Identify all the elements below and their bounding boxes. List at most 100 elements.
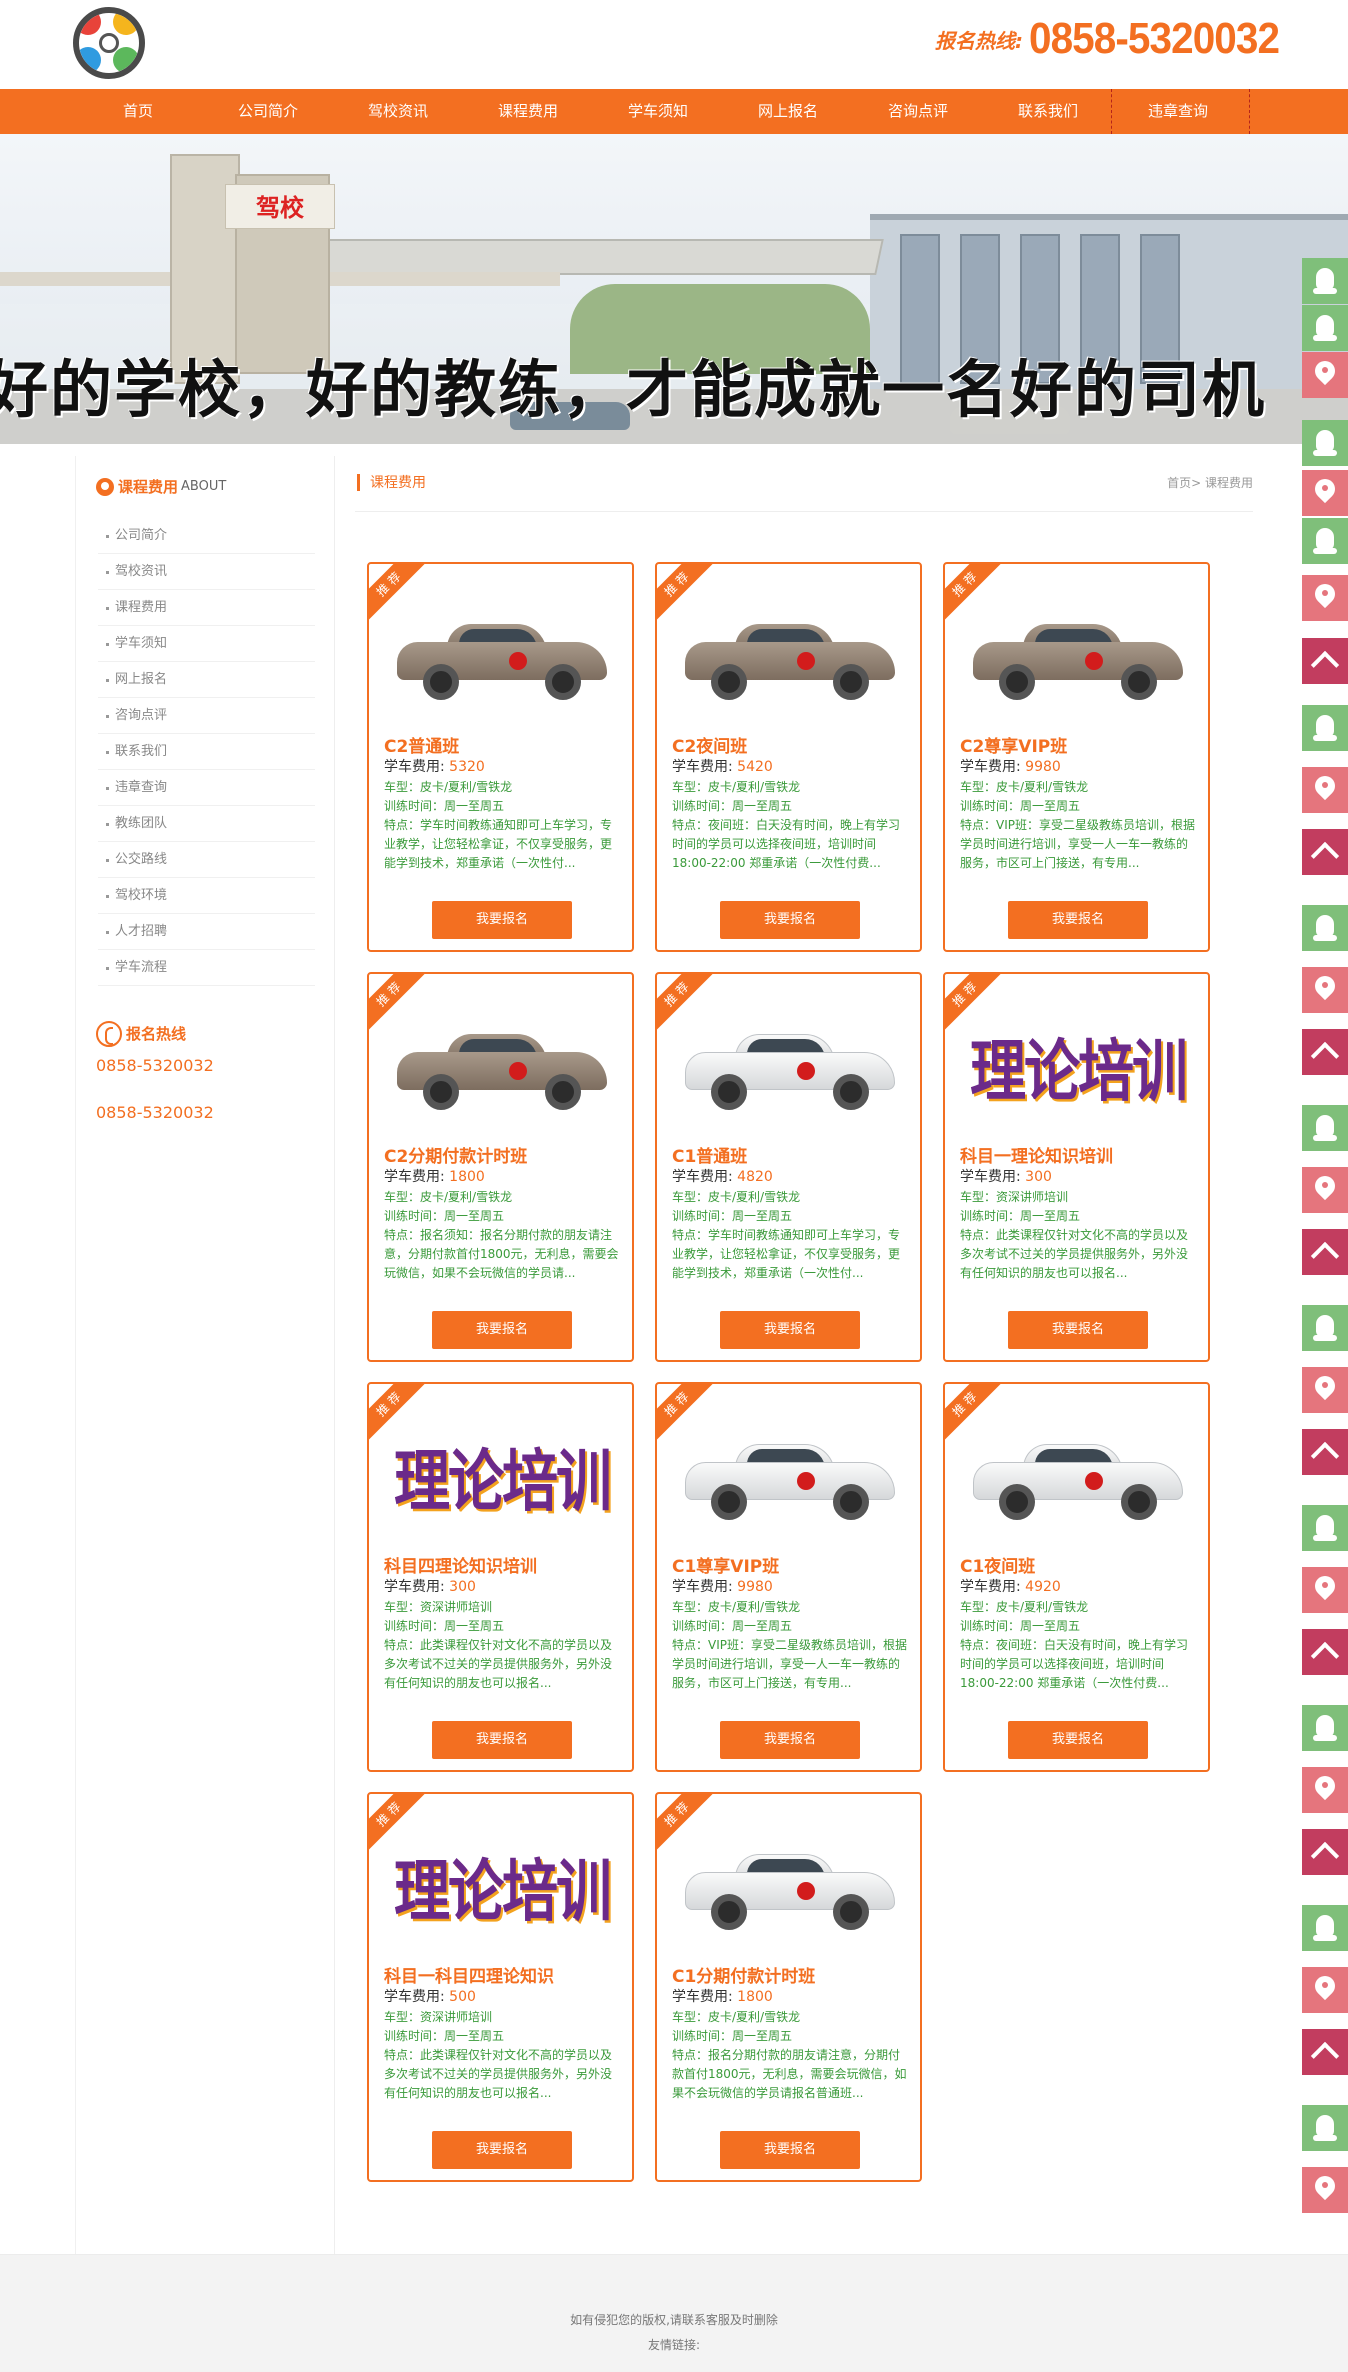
nav-item-home[interactable]: 首页 (73, 89, 203, 134)
qq-icon[interactable] (1302, 1905, 1348, 1951)
course-name[interactable]: C1普通班 (672, 1142, 747, 1167)
course-card[interactable]: 推荐 理论培训 科目一理论知识培训 学车费用: 300 车型：资深讲师培训 训练时间：周一… (943, 972, 1210, 1362)
qq-icon[interactable] (1302, 305, 1348, 351)
course-name[interactable]: C1尊享VIP班 (672, 1552, 779, 1577)
course-name[interactable]: 科目一科目四理论知识 (384, 1962, 554, 1987)
course-image[interactable] (675, 1406, 905, 1531)
breadcrumb[interactable]: 首页> 课程费用 (1167, 474, 1253, 491)
signup-button[interactable]: 我要报名 (432, 1311, 572, 1349)
back-to-top-icon[interactable] (1302, 1829, 1348, 1875)
nav-item-courses[interactable]: 课程费用 (463, 89, 593, 134)
back-to-top-icon[interactable] (1302, 1629, 1348, 1675)
sidebar-item-news[interactable]: 驾校资讯 (98, 554, 315, 590)
signup-button[interactable]: 我要报名 (720, 901, 860, 939)
back-to-top-icon[interactable] (1302, 1029, 1348, 1075)
qq-icon[interactable] (1302, 1305, 1348, 1351)
signup-button[interactable]: 我要报名 (432, 901, 572, 939)
signup-button[interactable]: 我要报名 (1008, 1721, 1148, 1759)
course-name[interactable]: C2分期付款计时班 (384, 1142, 527, 1167)
course-name[interactable]: C1夜间班 (960, 1552, 1035, 1577)
location-icon[interactable] (1302, 1567, 1348, 1613)
course-name[interactable]: C2普通班 (384, 732, 459, 757)
location-icon[interactable] (1302, 767, 1348, 813)
nav-item-signup[interactable]: 网上报名 (723, 89, 853, 134)
course-image[interactable] (387, 996, 617, 1121)
back-to-top-icon[interactable] (1302, 829, 1348, 875)
sidebar-item-reviews[interactable]: 咨询点评 (98, 698, 315, 734)
qq-icon[interactable] (1302, 1105, 1348, 1151)
course-image[interactable]: 理论培训 (387, 1406, 617, 1531)
nav-item-reviews[interactable]: 咨询点评 (853, 89, 983, 134)
course-card[interactable]: 推荐 理论培训 科目一科目四理论知识 学车费用: 500 车型：资深讲师培训 训练时间：周… (367, 1792, 634, 2182)
back-to-top-icon[interactable] (1302, 2029, 1348, 2075)
course-card[interactable]: 推荐 C2普通班 学车费用: 5320 车型：皮卡/夏利/雪铁龙 训练时间：周一至周五特… (367, 562, 634, 952)
location-icon[interactable] (1302, 1967, 1348, 2013)
signup-button[interactable]: 我要报名 (1008, 1311, 1148, 1349)
course-name[interactable]: C1分期付款计时班 (672, 1962, 815, 1987)
qq-icon[interactable] (1302, 420, 1348, 466)
course-image[interactable] (963, 1406, 1193, 1531)
back-to-top-icon[interactable] (1302, 638, 1348, 684)
course-image[interactable] (675, 586, 905, 711)
qq-icon[interactable] (1302, 1705, 1348, 1751)
course-name[interactable]: C2夜间班 (672, 732, 747, 757)
nav-item-notice[interactable]: 学车须知 (593, 89, 723, 134)
location-icon[interactable] (1302, 470, 1348, 516)
sidebar-item-courses[interactable]: 课程费用 (98, 590, 315, 626)
sidebar-item-process[interactable]: 学车流程 (98, 950, 315, 986)
course-card[interactable]: 推荐 C1尊享VIP班 学车费用: 9980 车型：皮卡/夏利/雪铁龙 训练时间：周一至… (655, 1382, 922, 1772)
course-image[interactable] (675, 1816, 905, 1941)
course-card[interactable]: 推荐 C2尊享VIP班 学车费用: 9980 车型：皮卡/夏利/雪铁龙 训练时间：周一至… (943, 562, 1210, 952)
course-card[interactable]: 推荐 C2夜间班 学车费用: 5420 车型：皮卡/夏利/雪铁龙 训练时间：周一至周五特… (655, 562, 922, 952)
nav-item-news[interactable]: 驾校资讯 (333, 89, 463, 134)
signup-button[interactable]: 我要报名 (720, 2131, 860, 2169)
course-image[interactable] (963, 586, 1193, 711)
course-card[interactable]: 推荐 C1普通班 学车费用: 4820 车型：皮卡/夏利/雪铁龙 训练时间：周一至周五特… (655, 972, 922, 1362)
sidebar-item-jobs[interactable]: 人才招聘 (98, 914, 315, 950)
sidebar-item-contact[interactable]: 联系我们 (98, 734, 315, 770)
course-image[interactable]: 理论培训 (387, 1816, 617, 1941)
qq-icon[interactable] (1302, 2105, 1348, 2151)
nav-item-violation[interactable]: 违章查询 (1113, 89, 1243, 134)
location-icon[interactable] (1302, 1167, 1348, 1213)
location-icon[interactable] (1302, 575, 1348, 621)
signup-button[interactable]: 我要报名 (432, 2131, 572, 2169)
qq-icon[interactable] (1302, 518, 1348, 564)
qq-icon[interactable] (1302, 1505, 1348, 1551)
signup-button[interactable]: 我要报名 (1008, 901, 1148, 939)
qq-icon[interactable] (1302, 705, 1348, 751)
course-schedule: 训练时间：周一至周五 (672, 799, 793, 813)
signup-button[interactable]: 我要报名 (720, 1311, 860, 1349)
back-to-top-icon[interactable] (1302, 1429, 1348, 1475)
sidebar-item-about[interactable]: 公司简介 (98, 518, 315, 554)
location-icon[interactable] (1302, 352, 1348, 398)
course-image[interactable]: 理论培训 (963, 996, 1193, 1121)
course-card[interactable]: 推荐 C2分期付款计时班 学车费用: 1800 车型：皮卡/夏利/雪铁龙 训练时间：周一… (367, 972, 634, 1362)
location-icon[interactable] (1302, 1367, 1348, 1413)
qq-icon[interactable] (1302, 905, 1348, 951)
qq-icon[interactable] (1302, 258, 1348, 304)
nav-item-contact[interactable]: 联系我们 (983, 89, 1113, 134)
site-logo[interactable] (73, 7, 145, 79)
signup-button[interactable]: 我要报名 (432, 1721, 572, 1759)
location-icon[interactable] (1302, 1767, 1348, 1813)
course-name[interactable]: 科目一理论知识培训 (960, 1142, 1113, 1167)
course-card[interactable]: 推荐 C1分期付款计时班 学车费用: 1800 车型：皮卡/夏利/雪铁龙 训练时间：周一… (655, 1792, 922, 2182)
course-name[interactable]: 科目四理论知识培训 (384, 1552, 537, 1577)
sidebar-item-violation[interactable]: 违章查询 (98, 770, 315, 806)
sidebar-item-environment[interactable]: 驾校环境 (98, 878, 315, 914)
back-to-top-icon[interactable] (1302, 1229, 1348, 1275)
sidebar-item-signup[interactable]: 网上报名 (98, 662, 315, 698)
nav-item-about[interactable]: 公司简介 (203, 89, 333, 134)
location-icon[interactable] (1302, 2167, 1348, 2213)
course-card[interactable]: 推荐 C1夜间班 学车费用: 4920 车型：皮卡/夏利/雪铁龙 训练时间：周一至周五特… (943, 1382, 1210, 1772)
sidebar-item-notice[interactable]: 学车须知 (98, 626, 315, 662)
sidebar-item-bus[interactable]: 公交路线 (98, 842, 315, 878)
sidebar-item-coaches[interactable]: 教练团队 (98, 806, 315, 842)
signup-button[interactable]: 我要报名 (720, 1721, 860, 1759)
course-image[interactable] (387, 586, 617, 711)
course-image[interactable] (675, 996, 905, 1121)
location-icon[interactable] (1302, 967, 1348, 1013)
course-name[interactable]: C2尊享VIP班 (960, 732, 1067, 757)
course-card[interactable]: 推荐 理论培训 科目四理论知识培训 学车费用: 300 车型：资深讲师培训 训练时间：周一… (367, 1382, 634, 1772)
